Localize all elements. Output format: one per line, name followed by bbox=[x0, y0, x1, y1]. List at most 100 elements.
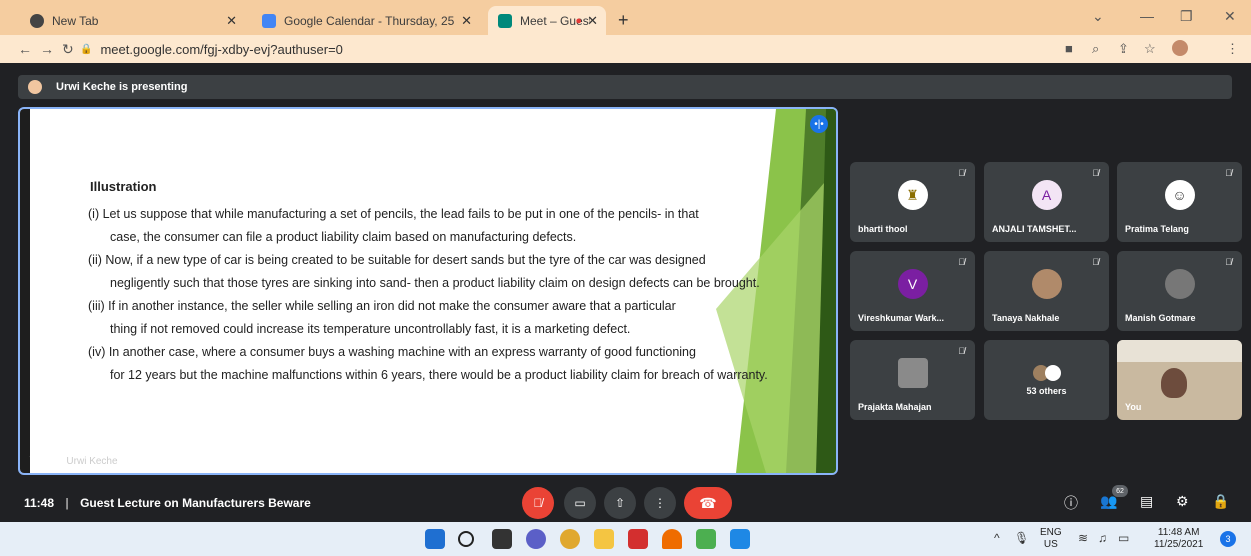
participant-tile[interactable]: 🎙̸ Prajakta Mahajan bbox=[850, 340, 975, 420]
participant-name: ANJALI TAMSHET... bbox=[992, 224, 1077, 234]
participant-tile[interactable]: 🎙̸ ♜ bharti thool bbox=[850, 162, 975, 242]
share-icon[interactable]: ⇪ bbox=[1118, 41, 1129, 57]
self-name: You bbox=[1125, 402, 1142, 412]
new-tab-button[interactable]: + bbox=[618, 10, 629, 31]
restore-button[interactable]: ❐ bbox=[1180, 8, 1193, 25]
profile-avatar[interactable] bbox=[1172, 40, 1188, 56]
slide-item: (ii) Now, if a new type of car is being … bbox=[88, 253, 706, 267]
zoom-icon[interactable]: ⌕ bbox=[1092, 41, 1099, 57]
close-icon[interactable]: ✕ bbox=[226, 13, 237, 29]
participant-tile[interactable]: 🎙̸ V Vireshkumar Wark... bbox=[850, 251, 975, 331]
tab-search-icon[interactable]: ⌄ bbox=[1092, 8, 1104, 25]
meet-window: Urwi Keche is presenting •|• Illustratio… bbox=[0, 63, 1251, 522]
camera-toggle-button[interactable]: ▭ bbox=[564, 487, 596, 519]
participant-tile[interactable]: 🎙̸ Tanaya Nakhale bbox=[984, 251, 1109, 331]
avatar: V bbox=[897, 269, 928, 299]
volume-icon[interactable]: ♫ bbox=[1098, 531, 1107, 545]
presentation-view[interactable]: •|• Illustration (i) Let us suppose that… bbox=[18, 107, 838, 475]
avatar bbox=[1164, 269, 1195, 299]
others-count: 53 others bbox=[1026, 386, 1067, 396]
end-call-button[interactable]: ☎ bbox=[684, 487, 732, 519]
url-field[interactable]: 🔒 meet.google.com/fgj-xdby-evj?authuser=… bbox=[80, 39, 1080, 60]
more-vert-icon[interactable]: ⋮ bbox=[1226, 41, 1239, 57]
wifi-icon[interactable]: ≋ bbox=[1078, 531, 1088, 545]
self-video bbox=[1161, 368, 1187, 398]
chrome-profile-icon[interactable] bbox=[696, 529, 716, 549]
windows-taskbar: ^ 🎙 ENG US ≋ ♫ ▭ 11:48 AM 11/25/2021 3 bbox=[0, 522, 1251, 556]
meet-icon bbox=[498, 13, 512, 28]
slide-body: (i) Let us suppose that while manufactur… bbox=[88, 203, 828, 387]
mic-off-icon: 🎙̸ bbox=[958, 257, 965, 267]
chat-icon[interactable]: ▤ bbox=[1140, 493, 1153, 510]
lang-text: ENG bbox=[1040, 527, 1062, 538]
forward-icon[interactable]: → bbox=[40, 41, 54, 57]
participant-name: Prajakta Mahajan bbox=[858, 402, 932, 412]
background bbox=[1117, 340, 1242, 362]
back-icon[interactable]: ← bbox=[18, 41, 32, 57]
close-icon[interactable]: ✕ bbox=[587, 13, 598, 29]
search-icon[interactable] bbox=[458, 531, 474, 547]
tab-new-tab[interactable]: New Tab ✕ bbox=[20, 6, 245, 35]
presenting-banner: Urwi Keche is presenting bbox=[18, 75, 1232, 99]
others-tile[interactable]: 53 others bbox=[984, 340, 1109, 420]
mic-off-icon: 🎙̸ bbox=[1092, 168, 1099, 178]
address-bar: ← → ↻ 🔒 meet.google.com/fgj-xdby-evj?aut… bbox=[0, 35, 1251, 63]
self-view-tile[interactable]: 🎙̸ You bbox=[1117, 340, 1242, 420]
meeting-info: 11:48 | Guest Lecture on Manufacturers B… bbox=[24, 496, 311, 510]
meeting-title: Guest Lecture on Manufacturers Beware bbox=[80, 496, 311, 510]
reload-icon[interactable]: ↻ bbox=[62, 41, 74, 58]
battery-icon[interactable]: ▭ bbox=[1118, 531, 1129, 545]
tab-meet[interactable]: Meet – Guest Lecture on Ma ● ✕ bbox=[488, 6, 606, 35]
cloud-app-icon[interactable] bbox=[662, 529, 682, 549]
clock[interactable]: 11:48 AM 11/25/2021 bbox=[1154, 527, 1203, 551]
language-indicator[interactable]: ENG US bbox=[1040, 527, 1062, 551]
slide-item-cont: case, the consumer can file a product li… bbox=[110, 230, 577, 244]
pdf-reader-icon[interactable] bbox=[628, 529, 648, 549]
participant-count-badge: 62 bbox=[1112, 485, 1128, 497]
participant-tile[interactable]: 🎙̸ ☺ Pratima Telang bbox=[1117, 162, 1242, 242]
mic-toggle-button[interactable]: 🎙̸ bbox=[522, 487, 554, 519]
mic-off-icon: 🎙̸ bbox=[1092, 257, 1099, 267]
participant-tile[interactable]: 🎙̸ Manish Gotmare bbox=[1117, 251, 1242, 331]
more-options-button[interactable]: ⋮ bbox=[644, 487, 676, 519]
participant-name: Vireshkumar Wark... bbox=[858, 313, 945, 323]
info-icon[interactable]: ⓘ bbox=[1064, 493, 1078, 513]
task-view-icon[interactable] bbox=[492, 529, 512, 549]
camera-icon[interactable]: ■ bbox=[1065, 41, 1073, 56]
participant-tile[interactable]: 🎙̸ A ANJALI TAMSHET... bbox=[984, 162, 1109, 242]
present-button[interactable]: ⇧ bbox=[604, 487, 636, 519]
notification-badge[interactable]: 3 bbox=[1220, 531, 1236, 547]
bookmark-star-icon[interactable]: ☆ bbox=[1144, 41, 1156, 57]
close-window-button[interactable]: ✕ bbox=[1224, 8, 1236, 25]
avatar: ☺ bbox=[1164, 180, 1195, 210]
minimize-button[interactable]: — bbox=[1140, 8, 1154, 24]
url-text: meet.google.com/fgj-xdby-evj?authuser=0 bbox=[100, 42, 343, 57]
presenter-label: Urwi Keche bbox=[66, 456, 118, 467]
chrome-icon bbox=[30, 13, 44, 28]
activities-icon[interactable]: ⚙ bbox=[1176, 493, 1189, 510]
mic-off-icon: 🎙̸ bbox=[1225, 168, 1232, 178]
mic-icon[interactable]: 🎙 bbox=[1014, 531, 1029, 545]
tab-calendar[interactable]: Google Calendar - Thursday, 25 N ✕ bbox=[252, 6, 480, 35]
audio-indicator-icon: •|• bbox=[810, 115, 828, 133]
participant-name: Tanaya Nakhale bbox=[992, 313, 1060, 323]
pin-icon[interactable]: ⚑ bbox=[28, 456, 37, 467]
slide-item: (iv) In another case, where a consumer b… bbox=[88, 345, 696, 359]
lock-icon: 🔒 bbox=[80, 44, 93, 55]
file-explorer-icon[interactable] bbox=[594, 529, 614, 549]
clock-date: 11/25/2021 bbox=[1154, 539, 1204, 550]
slide-item-cont: thing if not removed could increase its … bbox=[110, 322, 631, 336]
chat-app-icon[interactable] bbox=[526, 529, 546, 549]
slide-item-cont: for 12 years but the machine malfunction… bbox=[110, 368, 768, 382]
chrome-icon[interactable] bbox=[560, 529, 580, 549]
avatar: A bbox=[1031, 180, 1062, 210]
windows-start-icon[interactable] bbox=[425, 529, 445, 549]
presenting-text: Urwi Keche is presenting bbox=[56, 81, 188, 93]
tab-label: New Tab bbox=[52, 13, 99, 28]
host-controls-icon[interactable]: 🔒 bbox=[1212, 493, 1229, 510]
word-icon[interactable] bbox=[730, 529, 750, 549]
tray-chevron-icon[interactable]: ^ bbox=[994, 531, 1000, 545]
slide-title: Illustration bbox=[90, 179, 157, 194]
close-icon[interactable]: ✕ bbox=[461, 13, 472, 29]
participant-name: bharti thool bbox=[858, 224, 908, 234]
